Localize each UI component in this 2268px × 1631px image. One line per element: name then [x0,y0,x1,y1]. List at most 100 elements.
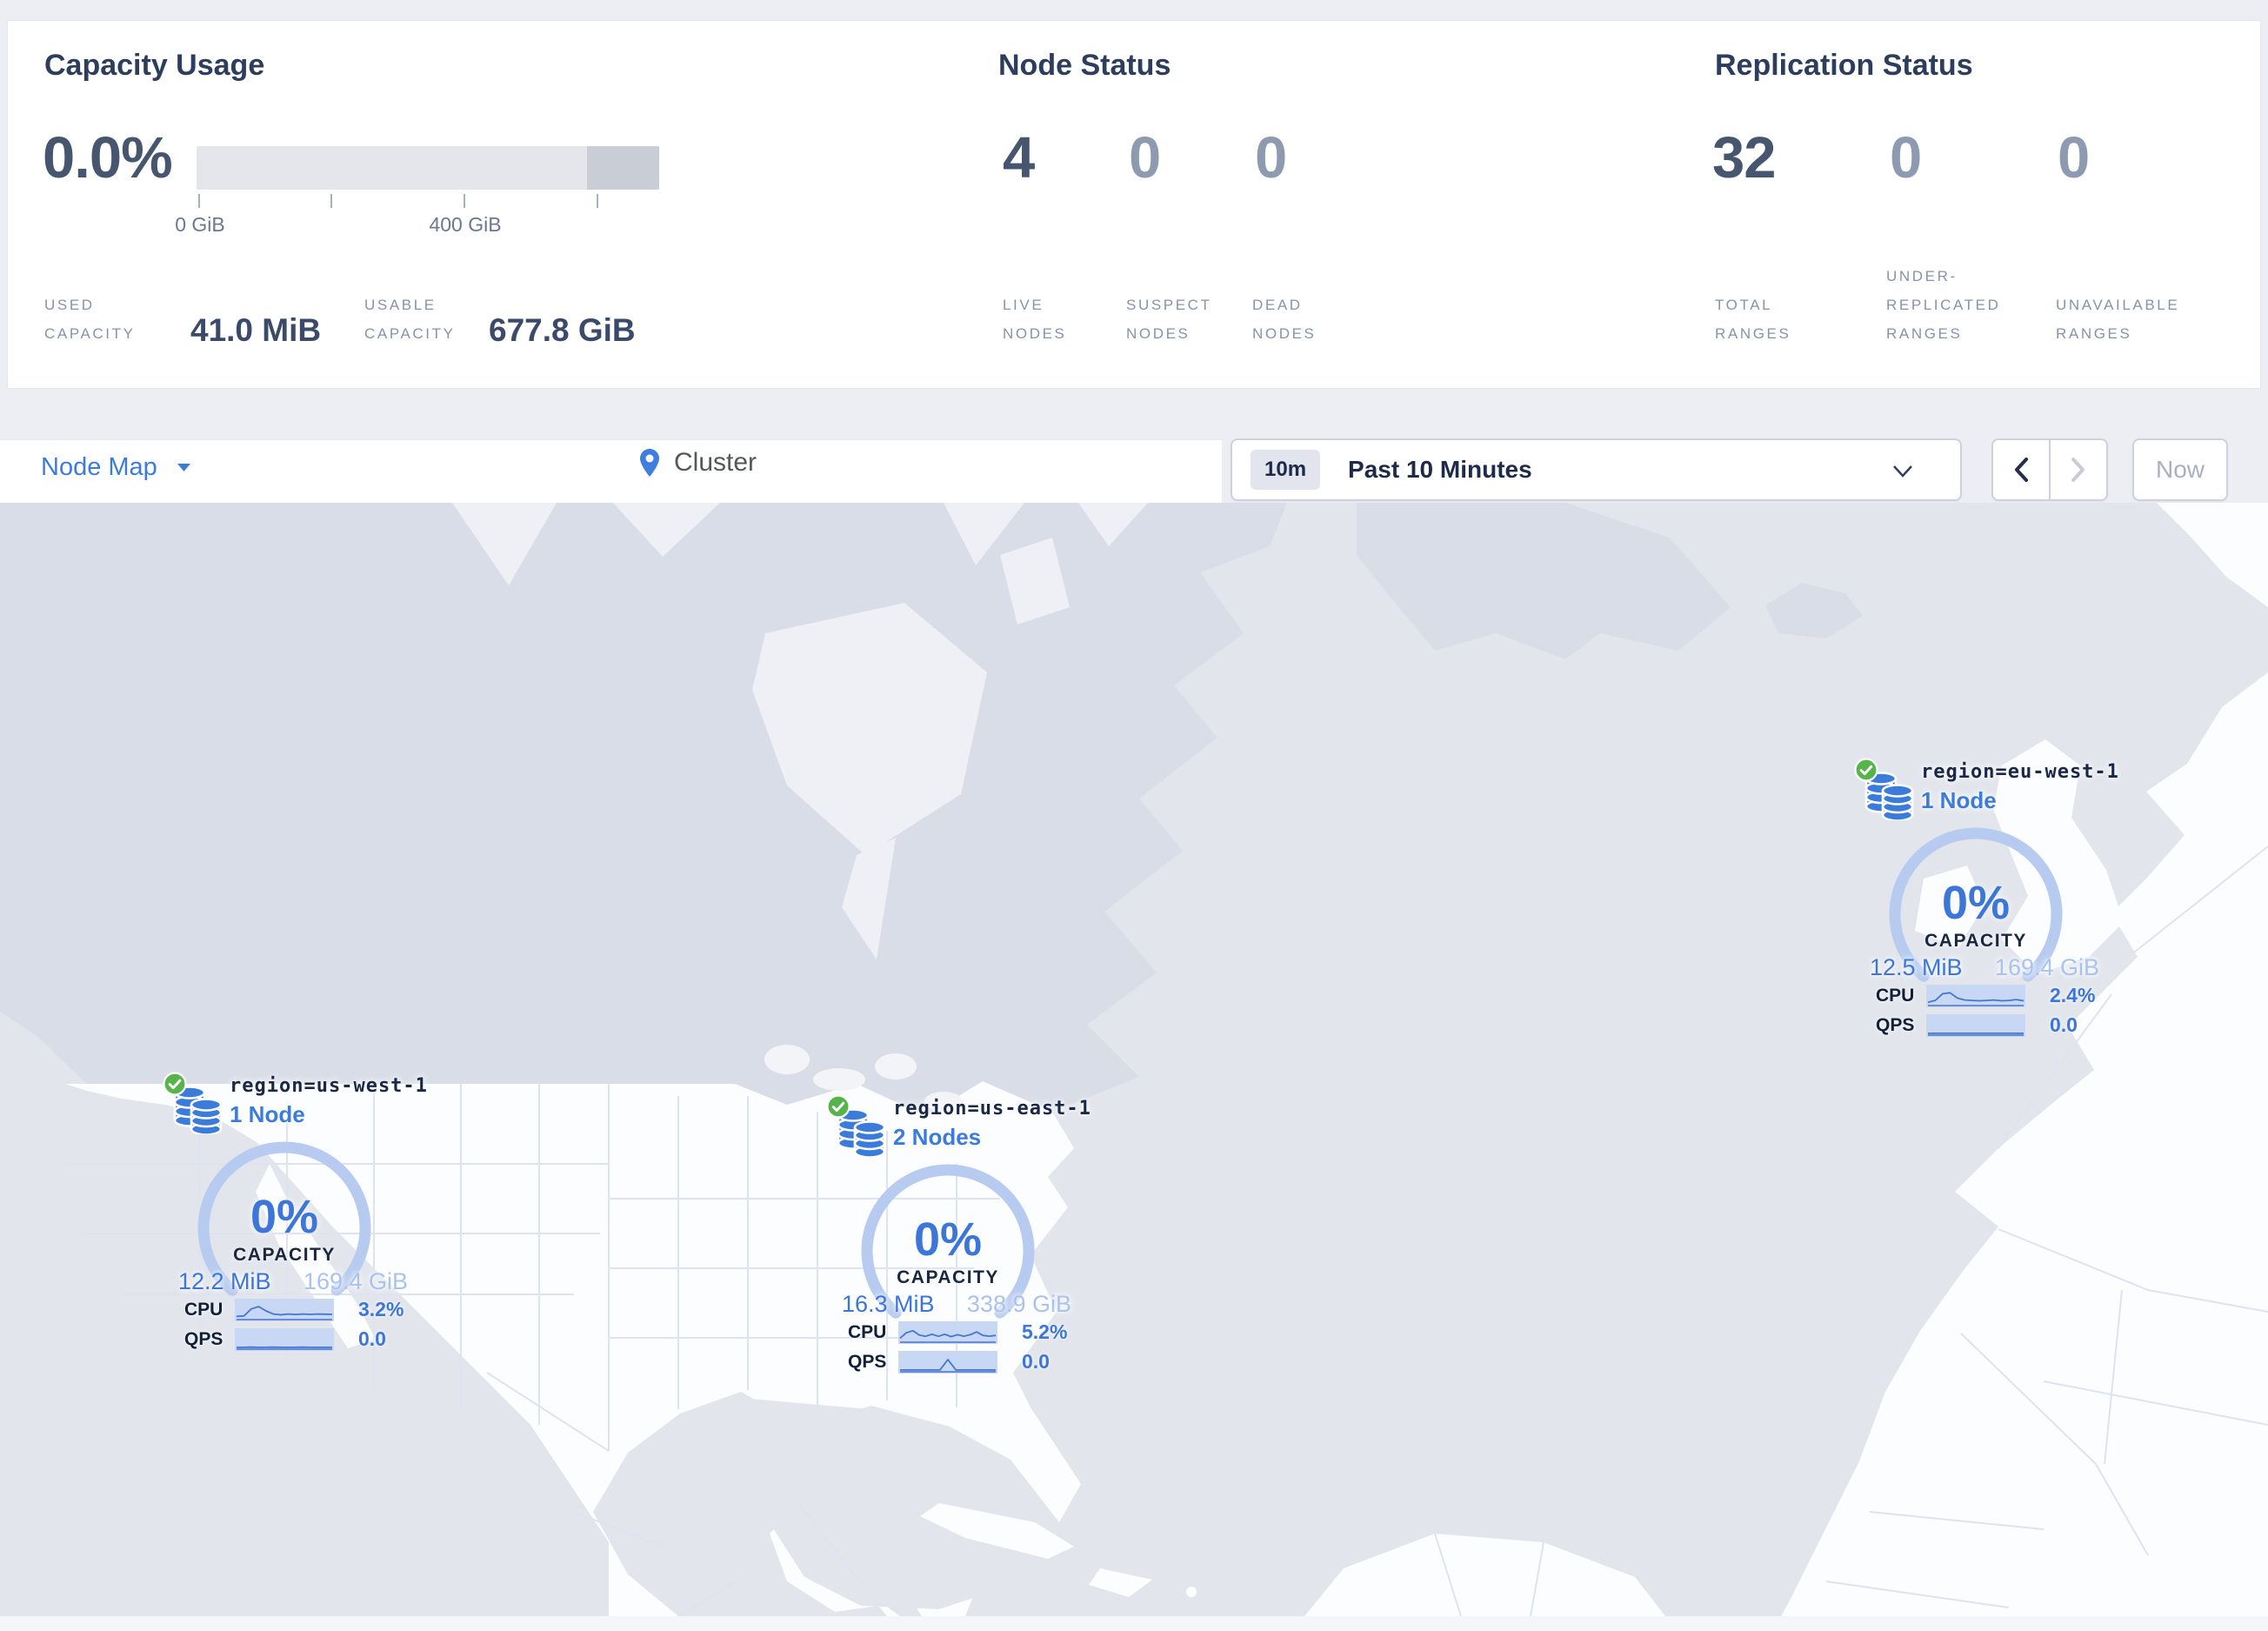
region-capacity-label: CAPACITY [1924,931,2027,951]
cpu-label: CPU [1876,985,1915,1006]
qps-label: QPS [848,1351,887,1372]
cpu-label: CPU [848,1321,887,1342]
capacity-axis-label-0: 0 GiB [175,213,225,236]
summary-card: Capacity Usage 0.0% 0 GiB 400 GiB USED C… [7,20,2261,389]
region-cpu-row: CPU 2.4% [1876,984,2095,1007]
capacity-axis-tick [330,194,332,208]
region-marker-eu-west-1[interactable]: region=eu-west-1 1 Node 0% CAPACITY 12.5… [1854,758,2118,1046]
region-node-count-link[interactable]: 1 Node [1921,787,1997,814]
time-window-selector[interactable]: 10m Past 10 Minutes [1231,438,1962,501]
region-node-count-link[interactable]: 1 Node [230,1101,305,1128]
region-label: region=us-east-1 [893,1098,1091,1120]
region-capacity-values: 12.5 MiB 169.4 GiB [1870,954,2099,981]
qps-value: 0.0 [358,1327,386,1350]
node-status-title: Node Status [998,49,1171,82]
cpu-sparkline [898,1320,997,1344]
region-capacity-label: CAPACITY [233,1245,336,1265]
chevron-right-icon [2071,458,2085,482]
cpu-value: 5.2% [1022,1320,1068,1343]
region-capacity-percent: 0% [1941,877,2011,929]
region-capacity-percent: 0% [250,1191,319,1243]
world-map [0,503,2268,1617]
unavailable-ranges-count: 0 [2058,125,2090,191]
region-qps-row: QPS 0.0 [184,1327,386,1351]
region-used-capacity: 16.3 MiB [842,1291,935,1317]
region-capacity-values: 12.2 MiB 169.4 GiB [178,1268,408,1295]
region-qps-row: QPS 0.0 [1876,1013,2078,1037]
qps-sparkline [235,1327,334,1351]
capacity-percent: 0.0% [43,125,173,191]
region-node-count-link[interactable]: 2 Nodes [893,1124,981,1151]
usable-capacity-label: USABLE CAPACITY [364,297,456,342]
dead-nodes-label: DEAD NODES [1252,297,1317,342]
breadcrumb[interactable]: Cluster [639,448,757,478]
region-used-capacity: 12.5 MiB [1870,954,1963,980]
qps-value: 0.0 [1022,1350,1050,1373]
time-window-label: Past 10 Minutes [1348,456,1532,483]
node-map [0,503,2268,1617]
used-capacity-label: USED CAPACITY [44,297,136,342]
qps-label: QPS [1876,1014,1915,1035]
region-used-capacity: 12.2 MiB [178,1268,271,1294]
region-capacity-percent: 0% [913,1213,983,1266]
capacity-axis-label-400: 400 GiB [429,213,502,236]
region-cpu-row: CPU 3.2% [184,1298,404,1321]
time-window-step-buttons [1991,438,2108,501]
live-nodes-count: 4 [1003,125,1035,191]
used-capacity-value: 41.0 MiB [190,312,322,348]
time-window-badge: 10m [1251,450,1321,490]
total-ranges-count: 32 [1712,125,1777,191]
dead-nodes-count: 0 [1255,125,1287,191]
region-total-capacity: 338.9 GiB [966,1291,1071,1317]
total-ranges-label: TOTAL RANGES [1715,297,1791,342]
capacity-bar [197,146,659,190]
capacity-axis-tick [464,194,465,208]
region-label: region=eu-west-1 [1921,761,2119,783]
suspect-nodes-count: 0 [1129,125,1161,191]
bottom-strip [0,1616,2268,1631]
capacity-axis-tick [597,194,598,208]
cpu-value: 3.2% [358,1298,404,1320]
region-total-capacity: 169.4 GiB [303,1268,408,1294]
region-marker-us-west-1[interactable]: region=us-west-1 1 Node 0% CAPACITY 12.2… [163,1072,427,1360]
region-marker-us-east-1[interactable]: region=us-east-1 2 Nodes 0% CAPACITY 16.… [826,1094,1091,1383]
region-total-capacity: 169.4 GiB [1994,954,2099,980]
chevron-down-icon [1893,465,1912,478]
cpu-value: 2.4% [2050,984,2096,1006]
chevron-left-icon [2015,458,2028,482]
cpu-label: CPU [184,1299,223,1320]
caret-down-icon [177,464,190,471]
region-qps-row: QPS 0.0 [848,1350,1050,1374]
unavailable-ranges-label: UNAVAILABLE RANGES [2056,297,2180,342]
toolbar: Node Map Cluster 10m Past 10 Minutes Now [0,438,2268,503]
now-button[interactable]: Now [2132,438,2228,501]
time-step-forward-button[interactable] [2049,440,2106,499]
cpu-sparkline [235,1298,334,1321]
suspect-nodes-label: SUSPECT NODES [1126,297,1212,342]
capacity-axis-tick [198,194,200,208]
qps-sparkline [1926,1013,2025,1037]
healthy-check-icon [163,1072,187,1096]
view-selector-node-map[interactable]: Node Map [41,453,191,482]
usable-capacity-value: 677.8 GiB [489,312,636,348]
replication-status-title: Replication Status [1715,49,1973,82]
under-replicated-ranges-count: 0 [1890,125,1922,191]
capacity-usage-title: Capacity Usage [44,49,265,82]
breadcrumb-label: Cluster [674,448,757,477]
capacity-bar-reserved-segment [587,146,659,190]
cpu-sparkline [1926,984,2025,1007]
qps-sparkline [898,1350,997,1374]
region-cpu-row: CPU 5.2% [848,1320,1067,1344]
qps-label: QPS [184,1328,223,1349]
time-step-back-button[interactable] [1993,440,2049,499]
map-pin-icon [640,449,659,477]
under-replicated-ranges-label: UNDER- REPLICATED RANGES [1886,268,2001,342]
healthy-check-icon [1854,758,1878,782]
region-capacity-label: CAPACITY [897,1267,999,1287]
healthy-check-icon [826,1094,850,1119]
qps-value: 0.0 [2050,1013,2078,1036]
live-nodes-label: LIVE NODES [1003,297,1067,342]
region-label: region=us-west-1 [230,1075,428,1097]
view-selector-label: Node Map [41,453,157,481]
region-capacity-values: 16.3 MiB 338.9 GiB [842,1291,1071,1318]
